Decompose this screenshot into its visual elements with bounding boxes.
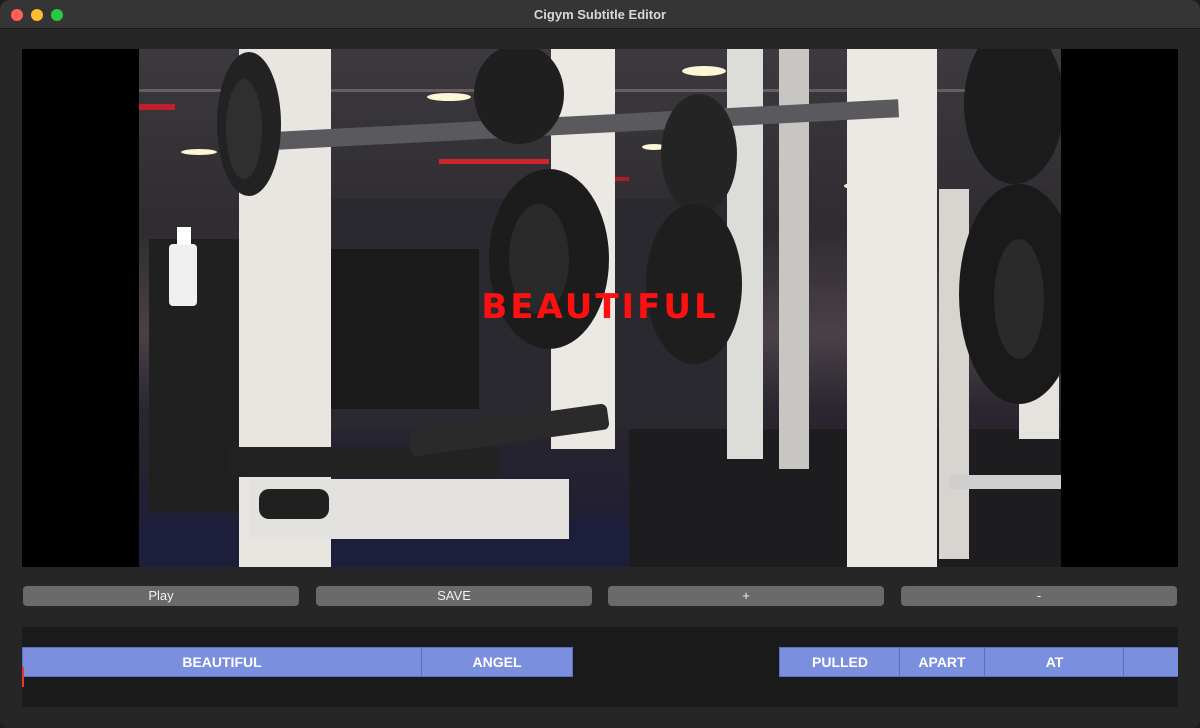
play-button[interactable]: Play xyxy=(23,586,299,606)
timeline-clip[interactable]: AT xyxy=(984,647,1125,677)
timeline-clip[interactable]: APART xyxy=(899,647,985,677)
timeline-clip[interactable]: ANGEL xyxy=(421,647,573,677)
save-button[interactable]: SAVE xyxy=(316,586,592,606)
app-window: Cigym Subtitle Editor BEAUTIFUL Play SAV… xyxy=(0,0,1200,728)
subtitle-timeline[interactable]: BEAUTIFUL ANGEL PULLED APART AT xyxy=(22,627,1178,707)
video-frame: BEAUTIFUL xyxy=(139,49,1061,567)
timeline-clip[interactable]: PULLED xyxy=(779,647,901,677)
window-title: Cigym Subtitle Editor xyxy=(533,7,667,22)
subtitle-overlay-text: BEAUTIFUL xyxy=(481,287,719,327)
timeline-clip[interactable]: BEAUTIFUL xyxy=(22,647,422,677)
timeline-clip[interactable] xyxy=(1123,647,1178,677)
title-bar: Cigym Subtitle Editor xyxy=(0,0,1200,29)
playhead[interactable] xyxy=(22,667,24,687)
add-button[interactable]: + xyxy=(608,586,884,606)
video-preview[interactable]: BEAUTIFUL xyxy=(22,49,1178,567)
remove-button[interactable]: - xyxy=(901,586,1177,606)
main-content: BEAUTIFUL Play SAVE + - BEAUTIFUL ANGEL … xyxy=(0,30,1200,728)
